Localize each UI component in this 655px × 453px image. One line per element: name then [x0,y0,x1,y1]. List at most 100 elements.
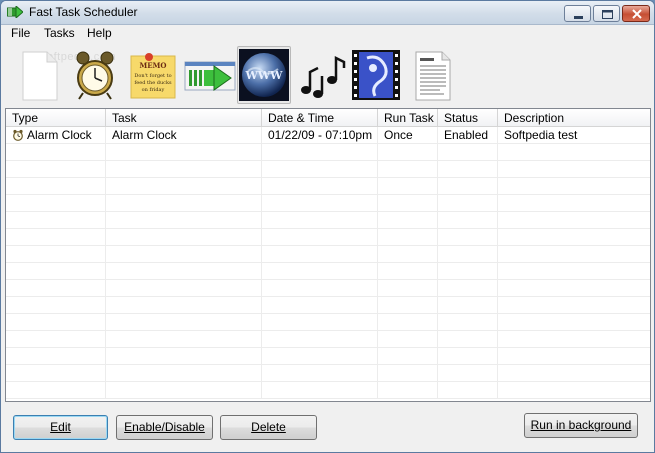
empty-cell [438,178,498,195]
empty-row [6,297,650,314]
alarm-clock-icon [13,129,23,141]
empty-cell [262,314,378,331]
empty-cell [498,212,650,229]
menu-bar: softpedia.com File Tasks Help [1,25,654,63]
window-title: Fast Task Scheduler [29,5,138,19]
tool-video[interactable] [349,46,403,104]
empty-cell [498,161,650,178]
empty-cell [438,365,498,382]
column-header-date-time[interactable]: Date & Time [262,109,378,127]
empty-cell [106,297,262,314]
empty-cell [498,229,650,246]
run-in-background-button-label: Run in background [530,418,632,432]
empty-cell [106,144,262,161]
empty-cell [498,365,650,382]
empty-cell [378,263,438,280]
www-label: WWW [244,69,283,82]
empty-row [6,382,650,399]
empty-cell [262,331,378,348]
run-in-background-button[interactable]: Run in background [524,413,638,438]
blank-document-icon [22,51,58,101]
column-header-run-task[interactable]: Run Task [378,109,438,127]
empty-cell [498,348,650,365]
empty-cell [6,246,106,263]
empty-cell [6,365,106,382]
tool-web-page[interactable]: WWW [237,46,291,104]
svg-text:feed the ducks: feed the ducks [134,80,172,86]
empty-cell [106,382,262,399]
empty-cell [6,229,106,246]
empty-cell [106,212,262,229]
empty-cell [6,280,106,297]
empty-row [6,280,650,297]
empty-cell [262,263,378,280]
empty-row [6,178,650,195]
empty-row [6,144,650,161]
empty-cell [6,263,106,280]
empty-cell [438,263,498,280]
empty-row [6,314,650,331]
cell-date-time: 01/22/09 - 07:10pm [262,127,378,144]
menu-file[interactable]: File [11,26,30,40]
empty-cell [262,229,378,246]
empty-row [6,195,650,212]
app-window: Fast Task Scheduler softpedia.com File T… [0,0,655,453]
empty-cell [378,382,438,399]
enable-disable-button[interactable]: Enable/Disable [116,415,213,440]
tool-open-program[interactable] [183,46,237,104]
empty-row [6,246,650,263]
column-header-description[interactable]: Description [498,109,650,127]
minimize-button[interactable] [564,5,591,22]
empty-cell [378,178,438,195]
empty-cell [378,365,438,382]
edit-button-label: Edit [50,420,71,434]
empty-cell [498,246,650,263]
tool-blank-document[interactable] [13,46,67,104]
empty-cell [378,280,438,297]
tool-music[interactable] [296,46,350,104]
column-header-type[interactable]: Type [6,109,106,127]
empty-cell [262,280,378,297]
delete-button[interactable]: Delete [220,415,317,440]
empty-cell [438,246,498,263]
column-header-task[interactable]: Task [106,109,262,127]
empty-cell [498,144,650,161]
empty-cell [106,161,262,178]
empty-cell [438,144,498,161]
empty-cell [378,229,438,246]
close-button[interactable] [622,5,650,22]
cell-status: Enabled [438,127,498,144]
empty-cell [6,297,106,314]
memo-note-icon: MEMO Don't forget to feed the ducks on f… [130,53,176,99]
empty-row [6,263,650,280]
empty-cell [498,297,650,314]
edit-button[interactable]: Edit [13,415,108,440]
video-film-icon [352,50,400,100]
tool-alarm-clock[interactable] [68,46,122,104]
alarm-clock-icon [76,51,114,100]
empty-cell [106,246,262,263]
svg-text:MEMO: MEMO [140,61,167,70]
empty-cell [378,348,438,365]
column-header-status[interactable]: Status [438,109,498,127]
empty-cell [378,195,438,212]
title-bar[interactable]: Fast Task Scheduler [1,1,654,25]
empty-cell [438,280,498,297]
empty-cell [106,331,262,348]
empty-cell [6,161,106,178]
enable-disable-button-label: Enable/Disable [124,420,205,434]
table-row[interactable]: Alarm Clock Alarm Clock 01/22/09 - 07:10… [6,127,650,144]
menu-help[interactable]: Help [87,26,112,40]
empty-cell [106,195,262,212]
empty-cell [6,382,106,399]
empty-cell [106,178,262,195]
grid-header: Type Task Date & Time Run Task Status De… [6,109,650,127]
tool-text-document[interactable] [406,46,460,104]
empty-cell [498,314,650,331]
empty-cell [438,297,498,314]
tool-memo[interactable]: MEMO Don't forget to feed the ducks on f… [126,46,180,104]
task-grid[interactable]: Type Task Date & Time Run Task Status De… [5,108,651,402]
maximize-button[interactable] [593,5,620,22]
menu-tasks[interactable]: Tasks [44,26,75,40]
empty-cell [262,178,378,195]
